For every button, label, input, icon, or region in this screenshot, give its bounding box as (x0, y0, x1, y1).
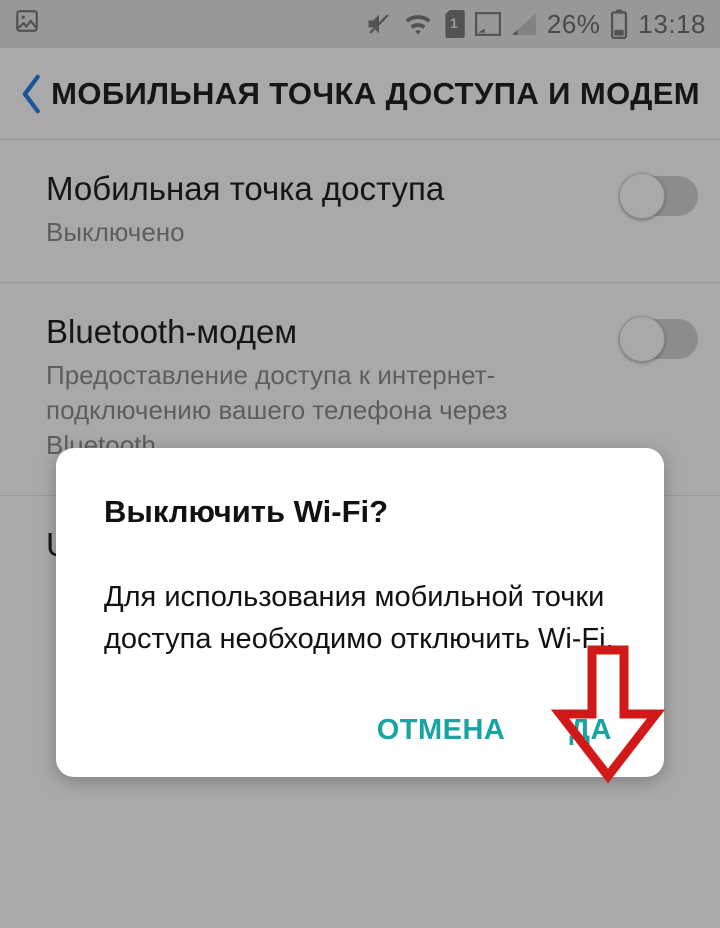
cancel-button[interactable]: ОТМЕНА (377, 714, 506, 747)
dialog-title: Выключить Wi-Fi? (104, 494, 616, 530)
dialog-actions: ОТМЕНА ДА (104, 714, 616, 747)
dialog-message: Для использования мобильной точки доступ… (104, 576, 616, 660)
confirm-dialog: Выключить Wi-Fi? Для использования мобил… (56, 448, 664, 777)
ok-button[interactable]: ДА (569, 714, 612, 747)
